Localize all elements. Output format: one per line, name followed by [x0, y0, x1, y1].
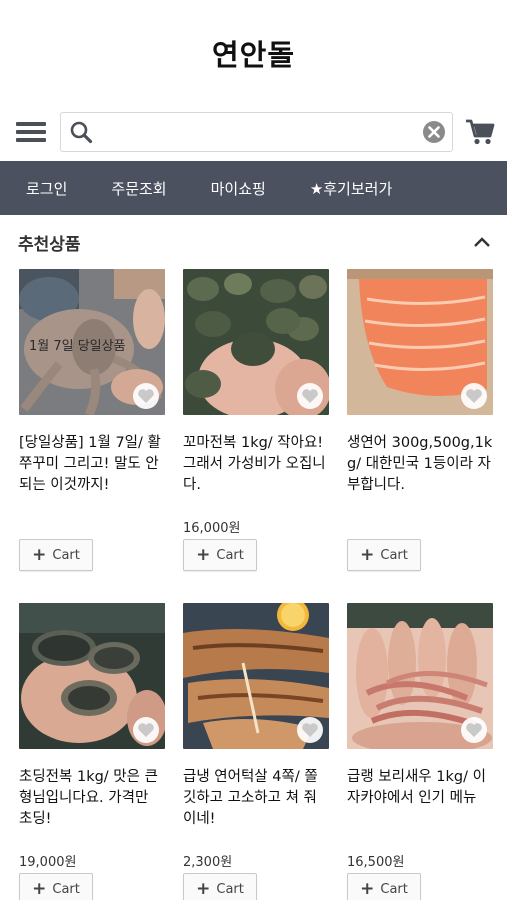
product-card[interactable]: 꼬마전복 1kg/ 작아요! 그래서 가성비가 오집니다. 16,000원 + C… — [183, 269, 329, 603]
main-nav: 로그인 주문조회 마이쇼핑 ★후기보러가 — [0, 161, 507, 215]
add-to-cart-button[interactable]: + Cart — [19, 873, 93, 900]
product-image[interactable] — [19, 603, 165, 749]
product-name[interactable]: 급랭 보리새우 1kg/ 이자카야에서 인기 메뉴 — [347, 767, 493, 851]
plus-icon: + — [360, 545, 375, 565]
product-image[interactable]: 1월 7일 당일상품 — [19, 269, 165, 415]
product-grid: 1월 7일 당일상품 [당일상품] 1월 7일/ 활쭈꾸미 그리고! 말도 안되… — [0, 269, 507, 900]
add-to-cart-button[interactable]: + Cart — [347, 873, 421, 900]
product-name[interactable]: 급냉 연어턱살 4쪽/ 쫄깃하고 고소하고 쳐 줘이네! — [183, 767, 329, 851]
heart-icon[interactable] — [133, 717, 159, 743]
header: 연안돌 — [0, 0, 507, 104]
product-price: 16,500원 — [347, 855, 405, 870]
product-card[interactable]: 생연어 300g,500g,1kg/ 대한민국 1등이라 자부합니다. + Car… — [347, 269, 493, 603]
nav-login[interactable]: 로그인 — [26, 178, 67, 199]
add-to-cart-button[interactable]: + Cart — [183, 539, 257, 571]
nav-reviews[interactable]: ★후기보러가 — [310, 178, 392, 199]
search-icon[interactable] — [69, 120, 93, 144]
product-card[interactable]: 1월 7일 당일상품 [당일상품] 1월 7일/ 활쭈꾸미 그리고! 말도 안되… — [19, 269, 165, 603]
product-name[interactable]: [당일상품] 1월 7일/ 활쭈꾸미 그리고! 말도 안되는 이것까지! — [19, 433, 165, 517]
heart-icon[interactable] — [133, 383, 159, 409]
product-name[interactable]: 생연어 300g,500g,1kg/ 대한민국 1등이라 자부합니다. — [347, 433, 493, 517]
heart-icon[interactable] — [461, 383, 487, 409]
product-image-caption: 1월 7일 당일상품 — [29, 339, 126, 354]
site-logo[interactable]: 연안돌 — [212, 32, 295, 74]
plus-icon: + — [32, 879, 47, 899]
cart-icon[interactable] — [465, 118, 495, 146]
section-header: 추천상품 — [0, 215, 507, 269]
product-image[interactable] — [183, 269, 329, 415]
search-input[interactable] — [93, 113, 422, 151]
product-card[interactable]: 초딩전복 1kg/ 맛은 큰형님입니다요. 가격만 초딩! 19,000원 + C… — [19, 603, 165, 900]
product-image[interactable] — [183, 603, 329, 749]
product-name[interactable]: 꼬마전복 1kg/ 작아요! 그래서 가성비가 오집니다. — [183, 433, 329, 517]
nav-order-lookup[interactable]: 주문조회 — [111, 178, 166, 199]
product-price — [19, 517, 165, 539]
heart-icon[interactable] — [297, 383, 323, 409]
product-price: 16,000원 — [183, 521, 241, 536]
section-title: 추천상품 — [18, 234, 81, 255]
product-image[interactable] — [347, 269, 493, 415]
product-price — [347, 517, 493, 539]
add-to-cart-button[interactable]: + Cart — [19, 539, 93, 571]
search-box — [60, 112, 453, 152]
product-price: 19,000원 — [19, 855, 77, 870]
add-to-cart-button[interactable]: + Cart — [347, 539, 421, 571]
plus-icon: + — [360, 879, 375, 899]
chevron-up-icon[interactable] — [473, 233, 491, 252]
add-to-cart-button[interactable]: + Cart — [183, 873, 257, 900]
heart-icon[interactable] — [297, 717, 323, 743]
plus-icon: + — [196, 545, 211, 565]
product-card[interactable]: 급냉 연어턱살 4쪽/ 쫄깃하고 고소하고 쳐 줘이네! 2,300원 + Car… — [183, 603, 329, 900]
product-price: 2,300원 — [183, 855, 233, 870]
product-image[interactable] — [347, 603, 493, 749]
hamburger-icon[interactable] — [16, 119, 46, 145]
plus-icon: + — [196, 879, 211, 899]
heart-icon[interactable] — [461, 717, 487, 743]
plus-icon: + — [32, 545, 47, 565]
product-name[interactable]: 초딩전복 1kg/ 맛은 큰형님입니다요. 가격만 초딩! — [19, 767, 165, 851]
search-bar — [0, 104, 507, 160]
nav-my-shopping[interactable]: 마이쇼핑 — [211, 178, 266, 199]
clear-icon[interactable] — [422, 120, 446, 144]
product-card[interactable]: 급랭 보리새우 1kg/ 이자카야에서 인기 메뉴 16,500원 + Cart — [347, 603, 493, 900]
